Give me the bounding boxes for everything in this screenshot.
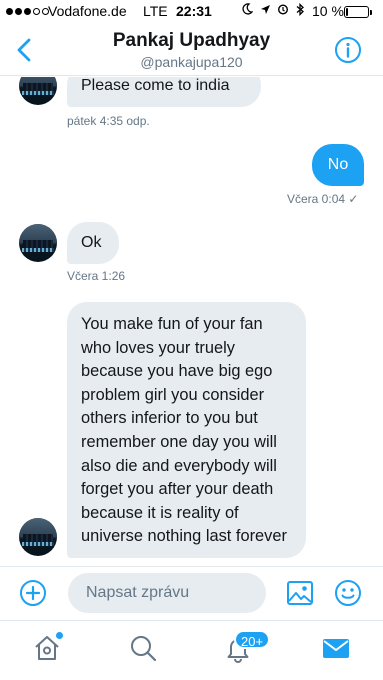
message-timestamp: Včera 0:04 ✓: [287, 192, 359, 206]
avatar[interactable]: [19, 518, 57, 556]
tab-messages[interactable]: [321, 633, 351, 663]
status-icons: [241, 2, 305, 17]
status-time: 22:31: [176, 3, 212, 19]
location-arrow-icon: [260, 5, 270, 14]
conversation-header: Pankaj Upadhyay @pankajupa120: [0, 24, 383, 76]
message-bubble[interactable]: Ok: [67, 222, 119, 264]
alarm-clock-icon: [278, 4, 289, 15]
message-composer: [0, 566, 383, 618]
new-content-indicator: [56, 632, 63, 639]
contact-handle: @pankajupa120: [140, 54, 243, 70]
info-icon: [335, 37, 361, 63]
add-media-button[interactable]: [19, 579, 47, 607]
message-thread[interactable]: Please come to india pátek 4:35 odp. No …: [0, 77, 383, 559]
plus-circle-icon: [20, 580, 46, 606]
message-timestamp: Včera 1:26: [67, 269, 126, 283]
battery-percent: 10 %: [312, 3, 344, 19]
image-icon: [287, 581, 313, 605]
add-photo-button[interactable]: [286, 579, 314, 607]
info-button[interactable]: [334, 36, 362, 64]
avatar[interactable]: [19, 77, 57, 105]
message-bubble[interactable]: You make fun of your fan who loves your …: [67, 302, 306, 558]
smiley-icon: [335, 580, 361, 606]
message-input[interactable]: [68, 573, 266, 613]
envelope-icon: [323, 639, 349, 658]
search-icon: [131, 636, 157, 662]
message-timestamp: pátek 4:35 odp.: [67, 114, 150, 128]
battery-icon: [344, 6, 369, 18]
message-bubble-outgoing[interactable]: No: [312, 144, 364, 186]
contact-name[interactable]: Pankaj Upadhyay: [0, 30, 383, 52]
message-bubble[interactable]: Please come to india: [67, 77, 261, 107]
network-type: LTE: [143, 3, 168, 19]
carrier-name: Vodafone.de: [48, 3, 127, 19]
bluetooth-icon: [296, 2, 304, 17]
tab-search[interactable]: [128, 633, 158, 663]
signal-strength-icon: [6, 8, 49, 15]
emoji-button[interactable]: [334, 579, 362, 607]
status-bar: Vodafone.de LTE 22:31 10 %: [0, 0, 383, 24]
tab-bar: 20+: [0, 620, 383, 680]
moon-icon: [242, 3, 254, 15]
notification-count-badge: 20+: [234, 630, 271, 649]
avatar[interactable]: [19, 224, 57, 262]
